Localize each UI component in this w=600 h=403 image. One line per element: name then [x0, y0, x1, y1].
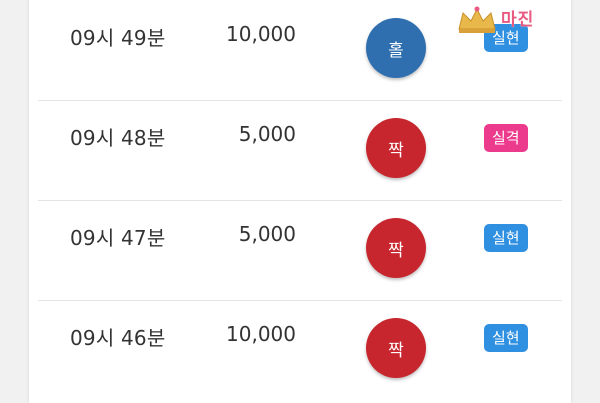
result-badge: 실현	[484, 324, 528, 352]
bet-amount: 5,000	[238, 122, 296, 146]
result-badge: 실격	[484, 124, 528, 152]
history-row: 09시 46분 10,000 짝 실현	[38, 300, 562, 400]
bet-time: 09시 46분	[70, 326, 166, 350]
history-card: 09시 49분 10,000 홀 실현 09시 48분 5,000 짝 실격 0…	[29, 0, 571, 403]
bet-amount: 5,000	[238, 222, 296, 246]
bet-amount: 10,000	[226, 22, 296, 46]
result-ball: 짝	[366, 318, 426, 378]
result-badge: 실현	[484, 224, 528, 252]
bet-time: 09시 49분	[70, 26, 166, 50]
history-row: 09시 49분 10,000 홀 실현	[38, 0, 562, 101]
result-badge: 실현	[484, 24, 528, 52]
result-ball: 짝	[366, 118, 426, 178]
history-row: 09시 47분 5,000 짝 실현	[38, 200, 562, 301]
result-ball: 홀	[366, 18, 426, 78]
bet-time: 09시 48분	[70, 126, 166, 150]
result-ball: 짝	[366, 218, 426, 278]
history-row: 09시 48분 5,000 짝 실격	[38, 100, 562, 201]
bet-time: 09시 47분	[70, 226, 166, 250]
bet-amount: 10,000	[226, 322, 296, 346]
